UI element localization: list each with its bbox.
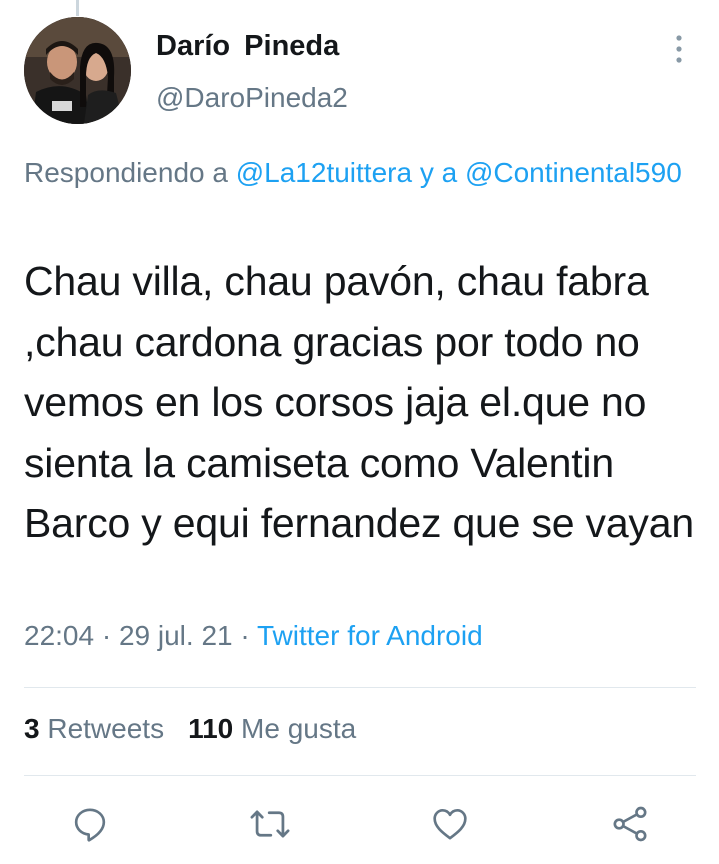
retweet-button[interactable] (246, 800, 294, 848)
avatar[interactable] (24, 17, 131, 124)
mention-link-la12tuittera[interactable]: @La12tuittera (236, 157, 412, 188)
replying-to-prefix: Respondiendo a (24, 157, 236, 188)
author-name[interactable]: Darío Pineda (156, 30, 339, 63)
meta-separator-1: · (94, 620, 119, 651)
retweet-icon (250, 810, 290, 838)
reply-button[interactable] (66, 800, 114, 848)
tweet-text: Chau villa, chau pavón, chau fabra ,chau… (24, 258, 694, 546)
author-handle[interactable]: @DaroPineda2 (156, 82, 348, 114)
tweet-time: 22:04 (24, 620, 95, 651)
tweet-metadata: 22:04 · 29 jul. 21 · Twitter for Android (24, 620, 483, 652)
replying-to: Respondiendo a @La12tuittera y a @Contin… (24, 151, 694, 195)
retweets-label: Retweets (47, 713, 165, 744)
more-options-button[interactable] (664, 30, 694, 70)
thread-connector-line (76, 0, 79, 16)
tweet-date: 29 jul. 21 (118, 620, 233, 651)
likes-stat[interactable]: 110 Me gusta (188, 713, 356, 744)
likes-label: Me gusta (241, 713, 357, 744)
share-icon (613, 806, 647, 842)
divider-bottom (24, 775, 696, 776)
tweet-source-link[interactable]: Twitter for Android (257, 620, 483, 651)
tweet-stats: 3 Retweets 110 Me gusta (24, 713, 356, 745)
likes-count: 110 (188, 713, 234, 744)
vertical-dots-icon (676, 35, 682, 63)
retweets-stat[interactable]: 3 Retweets (24, 713, 164, 744)
divider-top (24, 687, 696, 688)
mention-link-continental590[interactable]: @Continental590 (465, 157, 682, 188)
retweets-count: 3 (24, 713, 40, 744)
avatar-photo (24, 17, 131, 124)
like-button[interactable] (426, 800, 474, 848)
replying-to-conjunction[interactable]: y a (412, 157, 465, 188)
share-button[interactable] (606, 800, 654, 848)
meta-separator-2: · (232, 620, 257, 651)
reply-icon (74, 808, 106, 842)
heart-icon (433, 809, 467, 840)
